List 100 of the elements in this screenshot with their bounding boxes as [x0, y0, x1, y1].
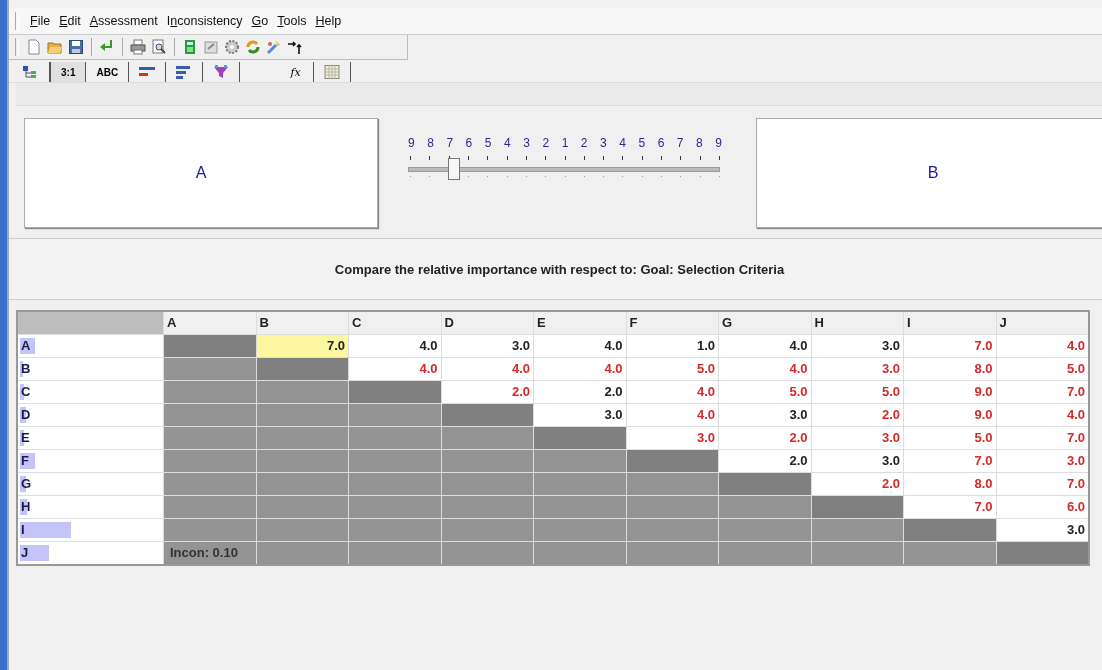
matrix-cell[interactable]: 4.0 — [534, 358, 626, 380]
new-file-icon[interactable] — [26, 39, 42, 55]
matrix-cell[interactable]: 4.0 — [441, 358, 533, 380]
column-header: B — [256, 312, 348, 334]
matrix-cell[interactable]: 7.0 — [996, 473, 1088, 495]
row-label: B — [21, 361, 31, 376]
column-header: H — [811, 312, 903, 334]
gear-icon[interactable] — [224, 39, 240, 55]
row-label: I — [21, 522, 25, 537]
matrix-cell[interactable]: 7.0 — [904, 450, 996, 472]
arrows-icon[interactable] — [287, 39, 303, 55]
scale-label: 7 — [676, 136, 684, 150]
matrix-cell[interactable]: 3.0 — [441, 335, 533, 357]
matrix-cell[interactable]: 7.0 — [996, 427, 1088, 449]
menu-item[interactable]: Go — [251, 14, 269, 28]
matrix-cell[interactable]: 2.0 — [811, 404, 903, 426]
matrix-cell[interactable]: 9.0 — [904, 404, 996, 426]
column-header: D — [441, 312, 533, 334]
column-header: I — [904, 312, 996, 334]
matrix-cell[interactable]: 2.0 — [719, 450, 811, 472]
refresh-icon[interactable] — [245, 39, 261, 55]
scale-label: 8 — [696, 136, 703, 150]
inconsistency-text: Incon: 0.10 — [170, 545, 238, 560]
matrix-cell[interactable]: 7.0 — [256, 335, 348, 357]
scale-label: 2 — [542, 136, 550, 150]
menu-item[interactable]: Edit — [59, 14, 81, 28]
scale-label: 4 — [504, 136, 511, 150]
matrix-cell[interactable]: 3.0 — [811, 450, 903, 472]
matrix-cell[interactable]: 3.0 — [626, 427, 718, 449]
matrix-cell[interactable]: 2.0 — [811, 473, 903, 495]
matrix-cell[interactable]: 9.0 — [904, 381, 996, 403]
matrix-cell[interactable]: 3.0 — [811, 427, 903, 449]
column-header: F — [626, 312, 718, 334]
wand-icon[interactable] — [266, 39, 282, 55]
scale-label: 6 — [657, 136, 665, 150]
matrix-cell[interactable]: 3.0 — [811, 358, 903, 380]
scale-label: 3 — [600, 136, 607, 150]
open-folder-icon[interactable] — [47, 39, 63, 55]
matrix-cell[interactable]: 3.0 — [996, 450, 1088, 472]
bars-icon — [139, 65, 156, 79]
matrix-cell[interactable]: 5.0 — [719, 381, 811, 403]
slider-thumb[interactable] — [448, 158, 461, 180]
matrix-cell[interactable]: 8.0 — [904, 358, 996, 380]
scale-label: 3 — [523, 136, 530, 150]
matrix-cell[interactable]: 5.0 — [904, 427, 996, 449]
row-label: G — [21, 476, 32, 491]
row-label: H — [21, 499, 31, 514]
row-label: J — [21, 545, 29, 560]
matrix-cell[interactable]: 4.0 — [996, 335, 1088, 357]
menu-item[interactable]: Help — [315, 14, 342, 28]
column-header: E — [534, 312, 626, 334]
matrix-cell[interactable]: 7.0 — [996, 381, 1088, 403]
row-label: C — [21, 384, 31, 399]
matrix-cell[interactable]: 4.0 — [626, 381, 718, 403]
print-icon[interactable] — [130, 39, 146, 55]
menu-item[interactable]: Tools — [277, 14, 307, 28]
menu-item[interactable]: Assessment — [89, 14, 158, 28]
tab[interactable]: 3:1 — [50, 62, 87, 82]
grid-icon — [324, 65, 341, 79]
scale-label: 5 — [484, 136, 492, 150]
calculator-icon[interactable] — [182, 39, 198, 55]
tree-icon — [23, 65, 39, 79]
matrix-cell[interactable]: 6.0 — [996, 496, 1088, 518]
matrix-cell[interactable]: 1.0 — [626, 335, 718, 357]
prompt-text: Compare the relative importance with respect to: Goal: Selection Criteria — [334, 261, 785, 277]
scale-label: 2 — [580, 136, 588, 150]
scale-label: 9 — [715, 136, 722, 150]
funnel-icon — [213, 65, 230, 79]
preview-icon[interactable] — [151, 39, 167, 55]
matrix-cell[interactable]: 2.0 — [719, 427, 811, 449]
matrix-cell[interactable]: 3.0 — [996, 519, 1088, 541]
matrix-cell[interactable]: 5.0 — [626, 358, 718, 380]
menu-item[interactable]: Inconsistency — [166, 14, 243, 28]
matrix-cell[interactable]: 4.0 — [996, 404, 1088, 426]
matrix-cell[interactable]: 8.0 — [904, 473, 996, 495]
matrix-cell[interactable]: 4.0 — [349, 358, 441, 380]
menu-item[interactable]: File — [30, 14, 51, 28]
matrix-cell[interactable]: 2.0 — [441, 381, 533, 403]
matrix-cell[interactable]: 7.0 — [904, 496, 996, 518]
matrix-cell[interactable]: 4.0 — [626, 404, 718, 426]
matrix-cell[interactable]: 5.0 — [996, 358, 1088, 380]
matrix-cell[interactable]: 3.0 — [811, 335, 903, 357]
matrix-cell[interactable]: 3.0 — [719, 404, 811, 426]
matrix-cell[interactable]: 5.0 — [811, 381, 903, 403]
matrix-cell[interactable]: 4.0 — [534, 335, 626, 357]
scale-label: 5 — [638, 136, 646, 150]
column-header: J — [996, 312, 1088, 334]
matrix-cell[interactable]: 4.0 — [719, 335, 811, 357]
matrix-cell[interactable]: 4.0 — [719, 358, 811, 380]
matrix-cell[interactable]: 7.0 — [904, 335, 996, 357]
matrix-cell[interactable]: 2.0 — [534, 381, 626, 403]
matrix-cell[interactable]: 4.0 — [349, 335, 441, 357]
matrix-cell[interactable]: 3.0 — [534, 404, 626, 426]
scale-label: 9 — [408, 136, 415, 150]
row-label: E — [21, 430, 30, 445]
column-header: G — [719, 312, 811, 334]
document-icon[interactable] — [203, 39, 219, 55]
save-icon[interactable] — [68, 39, 84, 55]
bars-icon — [176, 65, 193, 79]
element-name: B — [927, 164, 939, 182]
